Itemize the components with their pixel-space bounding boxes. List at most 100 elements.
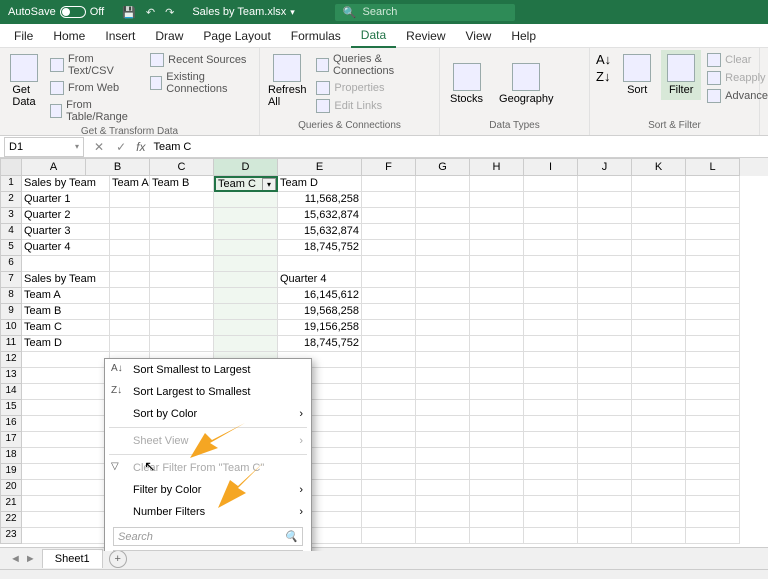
cell[interactable] bbox=[686, 368, 740, 384]
cell[interactable] bbox=[416, 192, 470, 208]
cell[interactable] bbox=[632, 368, 686, 384]
number-filters[interactable]: Number Filters› bbox=[105, 501, 311, 523]
cell[interactable] bbox=[362, 384, 416, 400]
cell[interactable] bbox=[524, 336, 578, 352]
cell[interactable] bbox=[416, 400, 470, 416]
row-header[interactable]: 3 bbox=[0, 208, 22, 224]
cell[interactable] bbox=[470, 400, 524, 416]
cell[interactable]: Team B bbox=[150, 176, 214, 192]
tab-page-layout[interactable]: Page Layout bbox=[193, 25, 280, 47]
name-box[interactable]: D1▾ bbox=[4, 137, 84, 157]
cell[interactable] bbox=[578, 512, 632, 528]
cell[interactable] bbox=[214, 336, 278, 352]
cell[interactable] bbox=[214, 320, 278, 336]
cell[interactable] bbox=[524, 496, 578, 512]
cell[interactable] bbox=[214, 256, 278, 272]
cell[interactable]: Team A bbox=[110, 176, 150, 192]
row-header[interactable]: 18 bbox=[0, 448, 22, 464]
cell[interactable]: Team A bbox=[22, 288, 110, 304]
cell[interactable] bbox=[150, 208, 214, 224]
redo-icon[interactable]: ↷ bbox=[165, 6, 174, 19]
cell[interactable] bbox=[686, 432, 740, 448]
cell[interactable] bbox=[632, 432, 686, 448]
cell[interactable] bbox=[416, 448, 470, 464]
cell[interactable]: Quarter 4 bbox=[22, 240, 110, 256]
cell[interactable] bbox=[470, 240, 524, 256]
cell[interactable] bbox=[686, 224, 740, 240]
row-header[interactable]: 12 bbox=[0, 352, 22, 368]
cell[interactable]: Team D bbox=[278, 176, 362, 192]
cell[interactable] bbox=[416, 240, 470, 256]
cell[interactable] bbox=[524, 192, 578, 208]
cell[interactable] bbox=[110, 224, 150, 240]
search-box[interactable]: 🔍 Search bbox=[335, 4, 515, 21]
cell[interactable] bbox=[578, 528, 632, 544]
cell[interactable] bbox=[150, 256, 214, 272]
cell[interactable] bbox=[362, 256, 416, 272]
cell[interactable]: Quarter 4 bbox=[278, 272, 362, 288]
cell[interactable] bbox=[22, 352, 110, 368]
cell[interactable] bbox=[362, 336, 416, 352]
cell[interactable] bbox=[470, 208, 524, 224]
from-table-range[interactable]: From Table/Range bbox=[48, 98, 144, 124]
cell[interactable] bbox=[214, 304, 278, 320]
cell[interactable] bbox=[110, 320, 150, 336]
col-header[interactable]: H bbox=[470, 158, 524, 176]
cell[interactable]: 19,568,258 bbox=[278, 304, 362, 320]
col-header[interactable]: C bbox=[150, 158, 214, 176]
cell[interactable] bbox=[22, 528, 110, 544]
cell[interactable] bbox=[470, 304, 524, 320]
cell[interactable] bbox=[362, 496, 416, 512]
sort-button[interactable]: Sort bbox=[617, 50, 657, 100]
cell[interactable] bbox=[524, 304, 578, 320]
cell[interactable] bbox=[632, 352, 686, 368]
cell[interactable] bbox=[686, 320, 740, 336]
cell[interactable] bbox=[578, 432, 632, 448]
cell[interactable] bbox=[470, 368, 524, 384]
cell[interactable] bbox=[524, 448, 578, 464]
row-header[interactable]: 15 bbox=[0, 400, 22, 416]
cell[interactable] bbox=[578, 192, 632, 208]
cell[interactable] bbox=[632, 480, 686, 496]
cell[interactable] bbox=[470, 448, 524, 464]
cell[interactable] bbox=[416, 464, 470, 480]
cell[interactable]: 18,745,752 bbox=[278, 240, 362, 256]
cell[interactable] bbox=[632, 272, 686, 288]
cell[interactable] bbox=[362, 320, 416, 336]
col-header[interactable]: E bbox=[278, 158, 362, 176]
cell[interactable] bbox=[416, 304, 470, 320]
cell[interactable] bbox=[470, 352, 524, 368]
cell[interactable] bbox=[150, 272, 214, 288]
cell[interactable] bbox=[470, 224, 524, 240]
active-cell[interactable]: Team C▾ bbox=[214, 176, 278, 192]
row-header[interactable]: 10 bbox=[0, 320, 22, 336]
cell[interactable]: Team C bbox=[22, 320, 110, 336]
cell[interactable] bbox=[470, 192, 524, 208]
tab-view[interactable]: View bbox=[456, 25, 502, 47]
row-header[interactable]: 19 bbox=[0, 464, 22, 480]
cell[interactable]: Team D bbox=[22, 336, 110, 352]
cell[interactable] bbox=[632, 240, 686, 256]
cell[interactable] bbox=[578, 288, 632, 304]
cell[interactable] bbox=[470, 256, 524, 272]
row-header[interactable]: 11 bbox=[0, 336, 22, 352]
filter-button[interactable]: Filter bbox=[661, 50, 701, 100]
col-header[interactable]: G bbox=[416, 158, 470, 176]
cell[interactable] bbox=[362, 480, 416, 496]
cell[interactable] bbox=[632, 256, 686, 272]
cell[interactable] bbox=[470, 272, 524, 288]
cell[interactable] bbox=[416, 512, 470, 528]
cell[interactable] bbox=[686, 192, 740, 208]
cell[interactable] bbox=[362, 176, 416, 192]
cell[interactable] bbox=[362, 512, 416, 528]
cell[interactable] bbox=[150, 336, 214, 352]
cell[interactable] bbox=[22, 256, 110, 272]
refresh-all-button[interactable]: Refresh All bbox=[264, 50, 310, 112]
cell[interactable] bbox=[524, 288, 578, 304]
cell[interactable] bbox=[524, 256, 578, 272]
cell[interactable] bbox=[362, 192, 416, 208]
cell[interactable] bbox=[362, 464, 416, 480]
row-header[interactable]: 6 bbox=[0, 256, 22, 272]
filter-by-color[interactable]: Filter by Color› bbox=[105, 479, 311, 501]
cell[interactable] bbox=[578, 208, 632, 224]
